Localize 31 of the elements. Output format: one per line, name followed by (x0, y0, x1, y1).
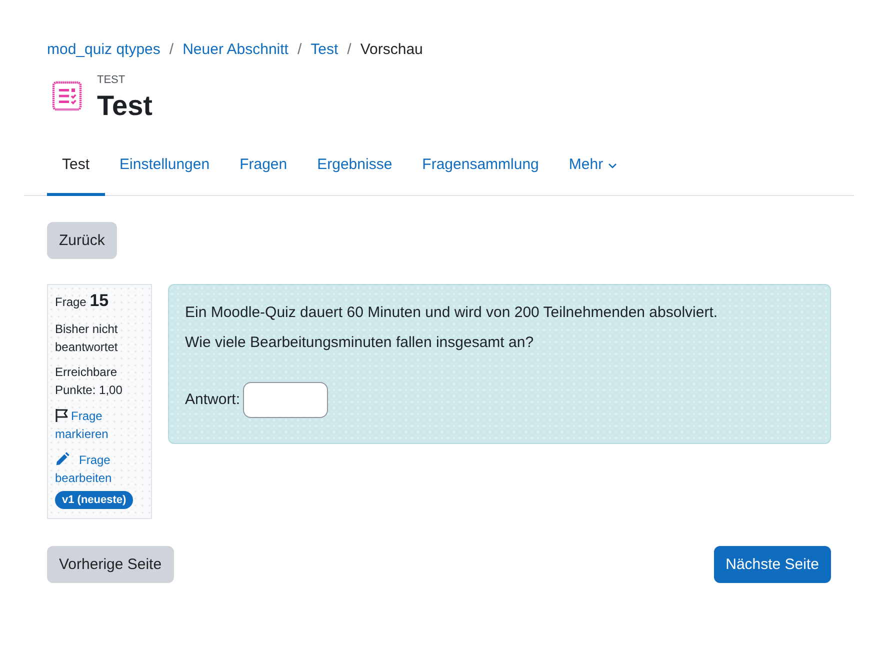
flag-question-link[interactable]: Frage markieren (55, 407, 144, 443)
edit-question-link[interactable]: Frage bearbeiten (55, 451, 144, 487)
answer-field[interactable] (243, 382, 328, 418)
previous-page-button[interactable]: Vorherige Seite (47, 546, 174, 583)
tab[interactable]: Fragen (224, 138, 302, 196)
tab[interactable]: Ergebnisse (302, 138, 408, 196)
back-button[interactable]: Zurück (47, 222, 117, 259)
question-text: Ein Moodle-Quiz dauert 60 Minuten und wird von 200 Teilnehmenden absolviert. (185, 303, 719, 323)
version-badge: v1 (neueste) (55, 491, 134, 509)
answer-label: Antwort: (185, 390, 240, 410)
breadcrumb-separator: / (297, 40, 302, 60)
next-page-button[interactable]: Nächste Seite (714, 546, 831, 583)
checklist-icon (52, 81, 82, 111)
question-number-heading: Frage 15 (55, 290, 109, 312)
tab[interactable]: Mehr (554, 138, 632, 196)
marks-text: Erreichbare Punkte: 1,00 (55, 364, 124, 399)
breadcrumb-link[interactable]: Neuer Abschnitt (182, 40, 288, 60)
breadcrumb-link[interactable]: Test (310, 40, 338, 60)
breadcrumb-separator: / (169, 40, 174, 60)
pencil-icon (55, 451, 70, 466)
breadcrumb-link[interactable]: mod_quiz qtypes (47, 40, 160, 60)
module-type-label: TEST (97, 73, 126, 88)
page-title: Test (97, 89, 152, 123)
breadcrumb-current: Vorschau (360, 40, 423, 60)
breadcrumb-separator: / (347, 40, 352, 60)
tab[interactable]: Test (47, 138, 105, 196)
tab[interactable]: Einstellungen (104, 138, 225, 196)
question-text: Wie viele Bearbeitungsminuten fallen insgesamt an? (185, 333, 535, 353)
question-status-text: Bisher nicht beantwortet (55, 321, 119, 356)
flag-icon (55, 408, 68, 422)
tab[interactable]: Fragensammlung (407, 138, 554, 196)
